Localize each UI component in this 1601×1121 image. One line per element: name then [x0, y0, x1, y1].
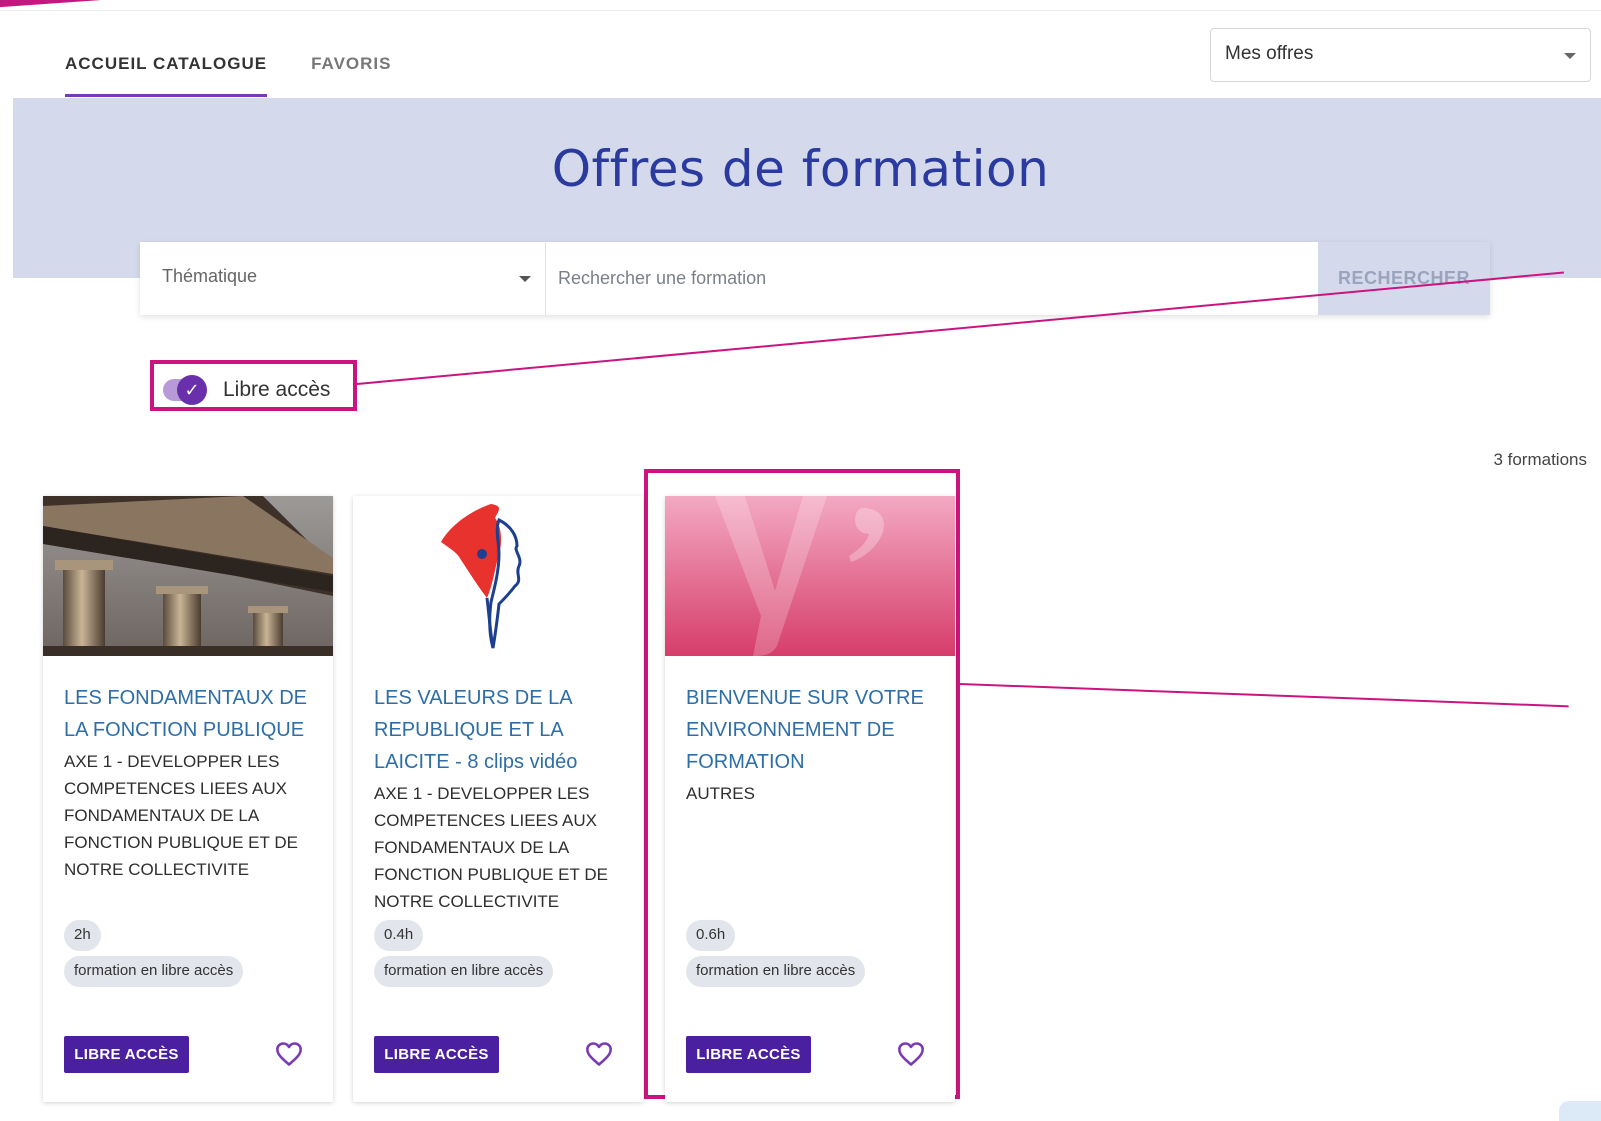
scroll-to-top-button[interactable] — [1559, 1101, 1601, 1121]
heart-icon[interactable] — [897, 1041, 925, 1067]
course-axis: AUTRES — [686, 784, 755, 803]
annotation-line-card — [959, 683, 1569, 708]
toggle-label: Libre accès — [223, 378, 331, 401]
offer-select-value: Mes offres — [1225, 43, 1314, 64]
duration-chip: 0.4h — [374, 920, 424, 951]
catalog-tabs: ACCUEIL CATALOGUE FAVORIS — [65, 50, 435, 97]
check-icon: ✓ — [177, 375, 207, 405]
toggle-track: ✓ — [163, 375, 207, 405]
search-bar: Thématique RECHERCHER — [140, 242, 1490, 315]
tab-favoris[interactable]: FAVORIS — [311, 50, 391, 97]
heart-icon[interactable] — [275, 1041, 303, 1067]
duration-chip: 0.6h — [686, 920, 736, 951]
course-title[interactable]: LES VALEURS DE LA REPUBLIQUE ET LA LAICI… — [374, 682, 622, 778]
theme-select-placeholder: Thématique — [162, 266, 258, 286]
page-title: Offres de formation — [551, 140, 1050, 198]
access-chip: formation en libre accès — [686, 956, 866, 987]
header-divider — [0, 10, 1601, 11]
course-title[interactable]: LES FONDAMENTAUX DE LA FONCTION PUBLIQUE — [64, 682, 312, 746]
course-axis: AXE 1 - DEVELOPPER LES COMPETENCES LIEES… — [374, 784, 608, 911]
course-card[interactable]: LES VALEURS DE LA REPUBLIQUE ET LA LAICI… — [353, 496, 643, 1102]
course-title[interactable]: BIENVENUE SUR VOTRE ENVIRONNEMENT DE FOR… — [686, 682, 934, 778]
caret-down-icon — [519, 276, 531, 282]
libre-acces-toggle[interactable]: ✓ Libre accès — [163, 375, 331, 405]
theme-select[interactable]: Thématique — [140, 242, 546, 315]
results-count: 3 formations — [1493, 450, 1587, 469]
libre-acces-button[interactable]: LIBRE ACCÈS — [374, 1036, 499, 1073]
course-image-marianne — [353, 496, 643, 656]
course-axis: AXE 1 - DEVELOPPER LES COMPETENCES LIEES… — [64, 752, 298, 879]
heart-icon[interactable] — [585, 1041, 613, 1067]
duration-chip: 2h — [64, 920, 101, 951]
course-card[interactable]: BIENVENUE SUR VOTRE ENVIRONNEMENT DE FOR… — [665, 496, 955, 1102]
access-chip: formation en libre accès — [374, 956, 554, 987]
offer-select[interactable]: Mes offres — [1210, 28, 1591, 82]
access-chip: formation en libre accès — [64, 956, 244, 987]
course-image-pink-logo — [665, 496, 955, 656]
libre-acces-button[interactable]: LIBRE ACCÈS — [686, 1036, 811, 1073]
tab-accueil-catalogue[interactable]: ACCUEIL CATALOGUE — [65, 50, 268, 97]
search-button[interactable]: RECHERCHER — [1318, 242, 1490, 315]
libre-acces-button[interactable]: LIBRE ACCÈS — [64, 1036, 189, 1073]
caret-down-icon — [1564, 53, 1576, 59]
course-card[interactable]: LES FONDAMENTAUX DE LA FONCTION PUBLIQUE… — [43, 496, 333, 1102]
course-image-building — [43, 496, 333, 656]
